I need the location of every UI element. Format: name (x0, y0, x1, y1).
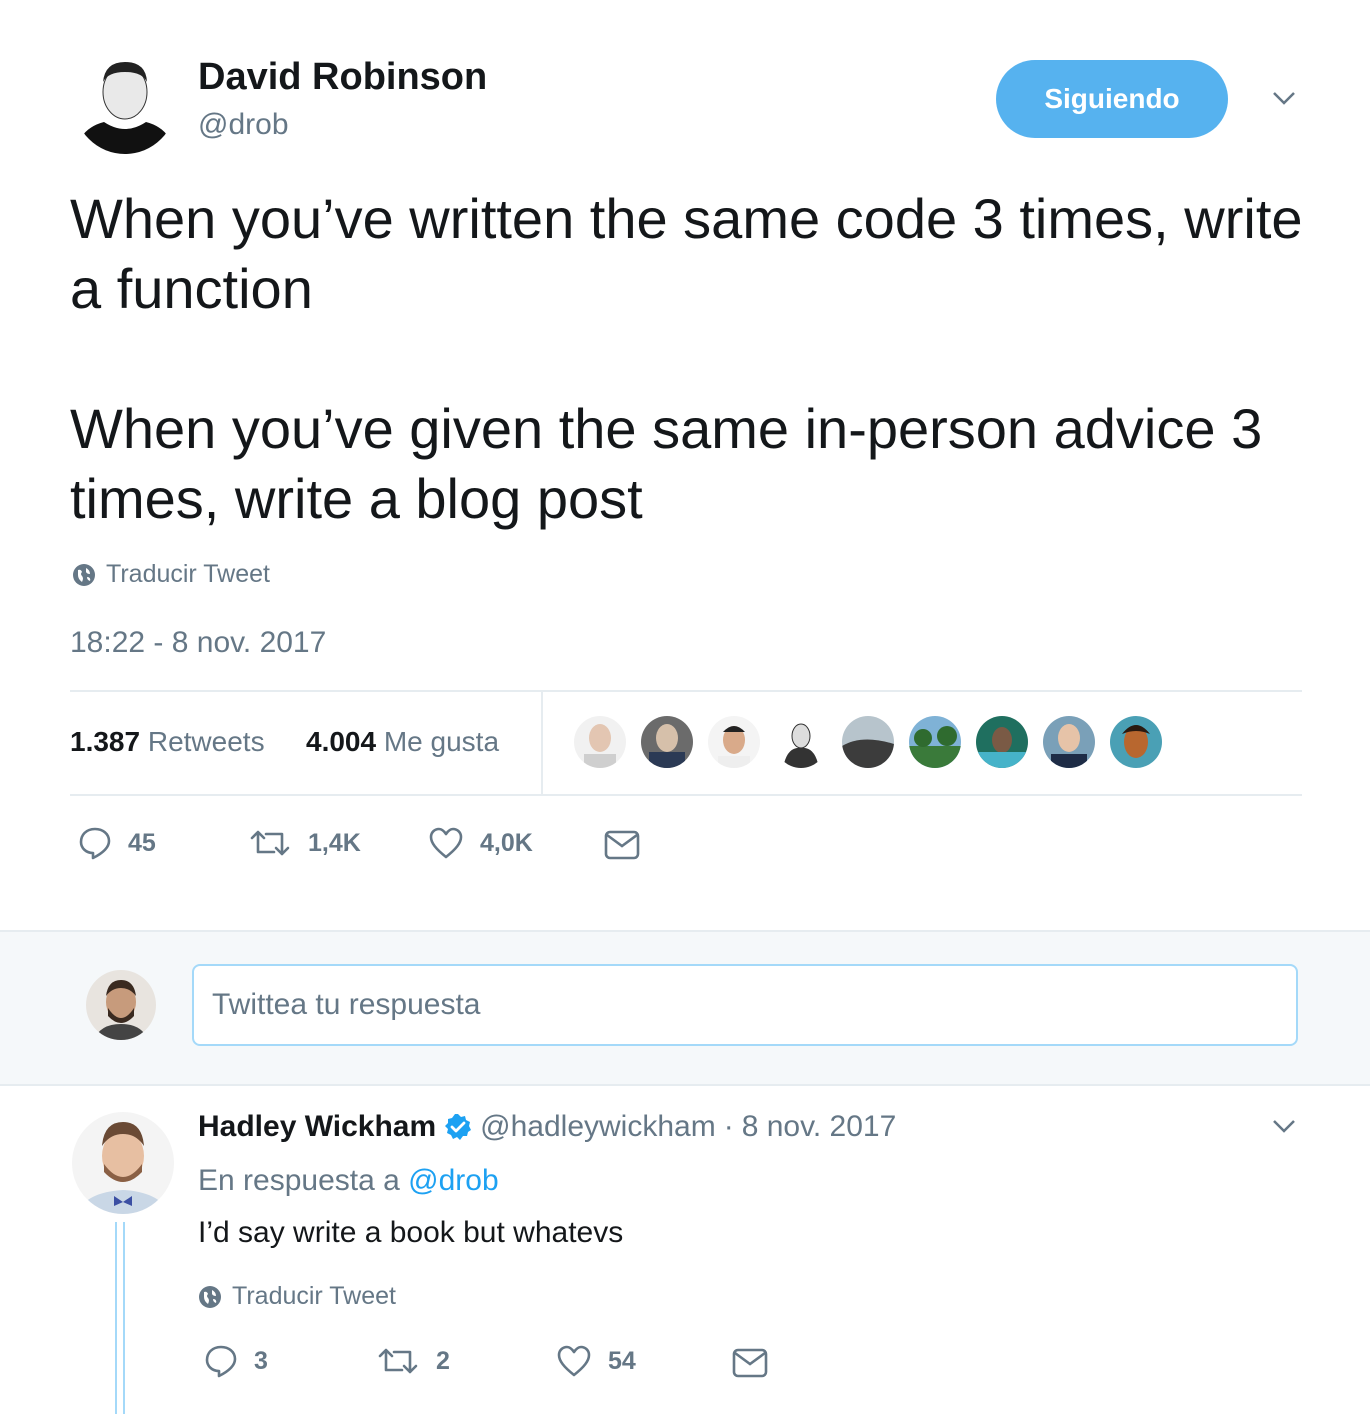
like-count: 4,0K (480, 828, 533, 857)
tweet-paragraph-2: When you’ve given the same in-person adv… (70, 397, 1263, 530)
reply-author-name[interactable]: Hadley Wickham (198, 1110, 436, 1144)
reply-retweet-action[interactable]: 2 (376, 1344, 450, 1378)
tweet-menu-chevron[interactable] (1270, 84, 1298, 117)
retweet-icon (250, 830, 290, 856)
current-user-avatar[interactable] (86, 970, 156, 1040)
thread-connector-line (115, 1222, 125, 1414)
reply-action[interactable]: 45 (78, 826, 156, 860)
divider (70, 794, 1302, 796)
reply-author-avatar[interactable] (72, 1112, 174, 1214)
reply-author-handle[interactable]: @hadleywickham (480, 1110, 716, 1144)
liker-avatars (572, 714, 1164, 770)
author-avatar[interactable] (74, 52, 176, 154)
liker-avatar[interactable] (639, 714, 695, 770)
reply-header: Hadley Wickham @hadleywickham · 8 nov. 2… (198, 1110, 896, 1144)
reply-input[interactable]: Twittea tu respuesta (192, 964, 1298, 1046)
translate-tweet-link[interactable]: Traducir Tweet (72, 560, 270, 589)
reply-count: 45 (128, 828, 156, 857)
reply-text: I’d say write a book but whatevs (198, 1216, 624, 1249)
likes-count: 4.004 (306, 726, 377, 757)
retweet-action[interactable]: 1,4K (248, 826, 361, 860)
liker-avatar[interactable] (1041, 714, 1097, 770)
reply-date[interactable]: 8 nov. 2017 (742, 1110, 897, 1144)
liker-avatar[interactable] (572, 714, 628, 770)
chevron-down-icon (1273, 1120, 1295, 1133)
like-action[interactable]: 4,0K (428, 826, 533, 860)
reply-retweet-count: 2 (436, 1346, 450, 1375)
reply-icon (205, 1345, 237, 1378)
likes-label: Me gusta (383, 726, 500, 757)
retweet-icon (378, 1348, 418, 1374)
globe-icon (199, 1285, 221, 1308)
liker-avatar[interactable] (907, 714, 963, 770)
tweet-text: When you’ve written the same code 3 time… (70, 184, 1310, 534)
retweets-label: Retweets (147, 726, 265, 757)
reply-like-action[interactable]: 54 (556, 1344, 636, 1378)
divider (70, 690, 1302, 692)
author-handle[interactable]: @drob (198, 108, 289, 142)
verified-badge-icon (445, 1114, 472, 1140)
reply-translate-label: Traducir Tweet (232, 1282, 396, 1310)
liker-avatar[interactable] (1108, 714, 1164, 770)
tweet-timestamp[interactable]: 18:22 - 8 nov. 2017 (70, 626, 326, 660)
heart-icon (429, 827, 463, 859)
retweets-stat[interactable]: 1.387 Retweets (70, 726, 265, 758)
header-separator: · (723, 1110, 734, 1143)
reply-direct-message-action[interactable] (732, 1348, 768, 1383)
chevron-down-icon (1273, 92, 1295, 105)
liker-avatar[interactable] (773, 714, 829, 770)
reply-translate-link[interactable]: Traducir Tweet (198, 1282, 396, 1311)
reply-icon (79, 827, 111, 860)
in-reply-to: En respuesta a @drob (198, 1164, 499, 1198)
translate-label: Traducir Tweet (106, 560, 270, 588)
in-reply-prefix: En respuesta a (198, 1164, 400, 1197)
envelope-icon (732, 1348, 768, 1378)
reply-reply-action[interactable]: 3 (204, 1344, 268, 1378)
reply-like-count: 54 (608, 1346, 636, 1375)
author-name[interactable]: David Robinson (198, 56, 487, 99)
globe-icon (73, 563, 95, 586)
tweet-paragraph-1: When you’ve written the same code 3 time… (70, 187, 1303, 320)
stats-divider (541, 692, 543, 794)
retweets-count: 1.387 (70, 726, 141, 757)
liker-avatar[interactable] (974, 714, 1030, 770)
liker-avatar[interactable] (840, 714, 896, 770)
retweet-count: 1,4K (308, 828, 361, 857)
liker-avatar[interactable] (706, 714, 762, 770)
in-reply-handle-link[interactable]: @drob (408, 1164, 499, 1197)
reply-menu-chevron[interactable] (1270, 1112, 1298, 1145)
direct-message-action[interactable] (604, 830, 640, 865)
reply-reply-count: 3 (254, 1346, 268, 1375)
following-button[interactable]: Siguiendo (996, 60, 1228, 138)
heart-icon (557, 1345, 591, 1377)
envelope-icon (604, 830, 640, 860)
likes-stat[interactable]: 4.004 Me gusta (306, 726, 499, 758)
